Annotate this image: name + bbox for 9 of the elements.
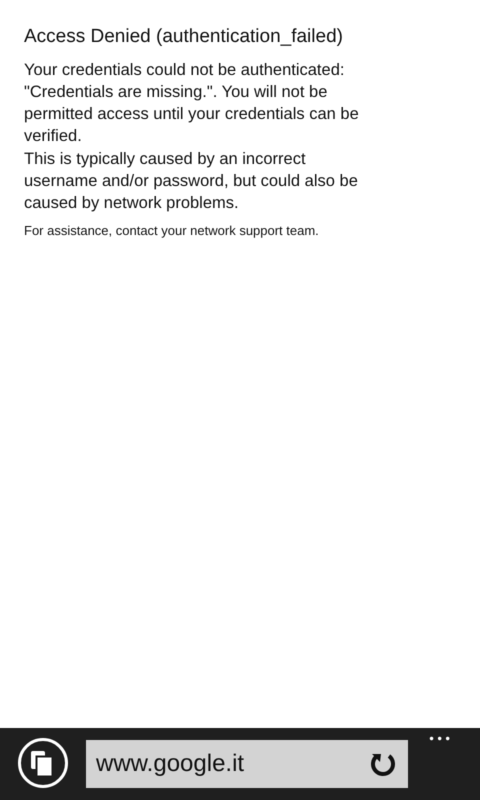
- error-message: This is typically caused by an incorrect username and/or password, but could also be caused by network problems.: [24, 149, 359, 214]
- address-field[interactable]: www.google.it: [86, 740, 408, 788]
- tabs-icon[interactable]: [18, 738, 68, 788]
- refresh-icon[interactable]: [370, 751, 396, 777]
- page-title: Access Denied (authentication_failed): [24, 25, 344, 49]
- more-button[interactable]: •••: [428, 732, 452, 746]
- error-message: Your credentials could not be authenticated: "Credentials are missing.". You will not be permitted access until your credentials can be verified.: [24, 60, 360, 147]
- assistance-note: For assistance, contact your network support team.: [24, 222, 320, 240]
- url-text: www.google.it: [96, 750, 246, 778]
